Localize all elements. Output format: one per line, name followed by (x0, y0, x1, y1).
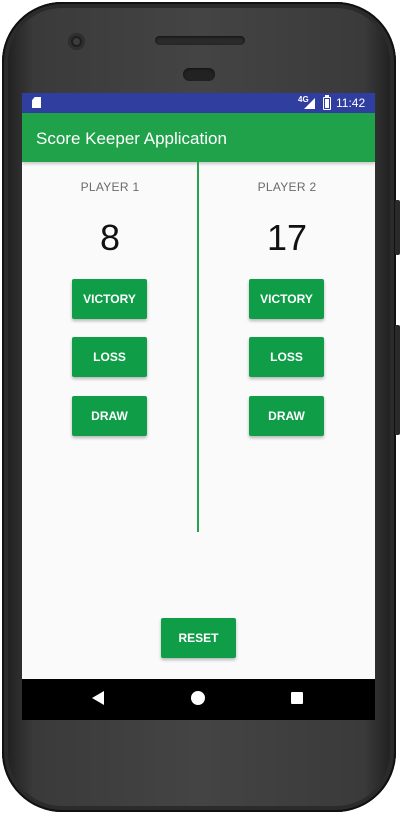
player-1-draw-button[interactable]: DRAW (72, 396, 147, 436)
player-1-score: 8 (99, 217, 121, 258)
proximity-sensor (183, 68, 215, 81)
screen: 4G 11:42 Score Keeper Application PLAYER… (22, 93, 375, 720)
volume-button (395, 200, 400, 255)
player-2-panel: PLAYER 2 17 VICTORY LOSS DRAW (199, 162, 375, 537)
player-1-panel: PLAYER 1 8 VICTORY LOSS DRAW (22, 162, 198, 537)
status-bar: 4G 11:42 (22, 93, 375, 113)
status-clock: 11:42 (336, 96, 366, 110)
back-icon[interactable] (92, 691, 104, 705)
player-2-victory-button[interactable]: VICTORY (249, 279, 324, 319)
player-2-loss-button[interactable]: LOSS (249, 337, 324, 377)
phone-frame: 4G 11:42 Score Keeper Application PLAYER… (0, 0, 400, 816)
power-button (395, 325, 400, 435)
recents-icon[interactable] (291, 692, 303, 704)
earpiece-speaker (155, 36, 245, 45)
reset-button[interactable]: RESET (161, 618, 236, 658)
player-1-victory-button[interactable]: VICTORY (72, 279, 147, 319)
player-2-name: PLAYER 2 (257, 180, 317, 194)
player-1-name: PLAYER 1 (80, 180, 140, 194)
player-2-score: 17 (266, 217, 308, 258)
signal-icon (304, 98, 315, 109)
front-camera (68, 33, 85, 50)
battery-icon (323, 95, 331, 110)
app-title: Score Keeper Application (36, 129, 227, 148)
player-1-loss-button[interactable]: LOSS (72, 337, 147, 377)
navigation-bar (22, 679, 375, 720)
app-bar: Score Keeper Application (22, 113, 375, 162)
home-icon[interactable] (191, 691, 205, 705)
sd-card-icon (32, 97, 41, 108)
player-2-draw-button[interactable]: DRAW (249, 396, 324, 436)
